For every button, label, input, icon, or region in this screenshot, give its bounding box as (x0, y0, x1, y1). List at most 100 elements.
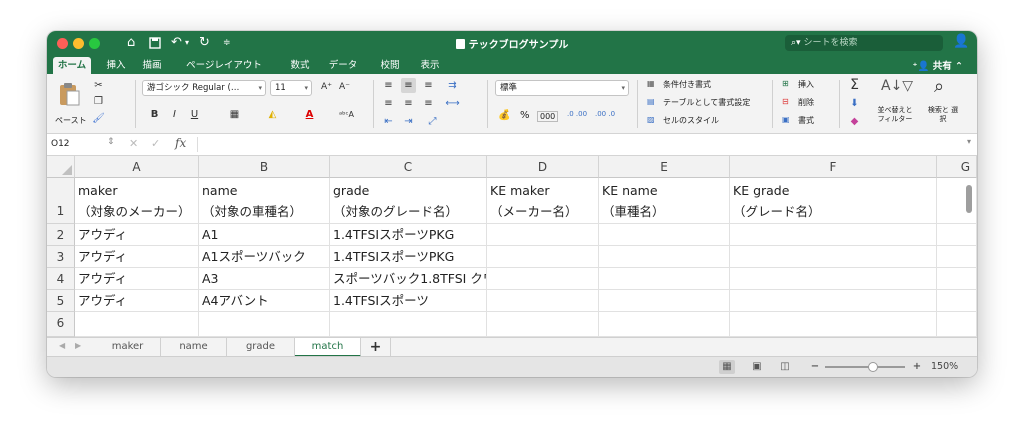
column-header-b[interactable]: B (199, 156, 330, 178)
underline-button[interactable]: U (187, 107, 202, 122)
cell-e1[interactable]: KE name （車種名） (599, 178, 730, 224)
cell-e6[interactable] (599, 312, 730, 337)
zoom-out-button[interactable]: − (807, 360, 823, 374)
cell-g4[interactable] (937, 268, 977, 290)
find-select-button[interactable]: ⌕ 検索と 選択 (925, 76, 961, 128)
sheet-tab-name[interactable]: name (161, 338, 227, 357)
name-box[interactable]: O12 (51, 137, 111, 152)
cell-a3[interactable]: アウディ (75, 246, 199, 268)
vertical-scrollbar[interactable] (966, 185, 972, 213)
sheet-search-input[interactable]: ⌕▾ シートを検索 (785, 35, 943, 51)
sheet-tab-grade[interactable]: grade (227, 338, 295, 357)
share-button[interactable]: ⁺👤 共有 ⌃ (913, 58, 963, 72)
cell-f1[interactable]: KE grade （グレード名） (730, 178, 937, 224)
cell-c5[interactable]: 1.4TFSIスポーツ (330, 290, 487, 312)
row-header[interactable]: 2 (47, 224, 75, 246)
align-top-icon[interactable]: ≡ (381, 78, 396, 93)
insert-function-button[interactable]: fx (175, 136, 186, 150)
percent-style-button[interactable]: % (520, 110, 530, 121)
account-icon[interactable]: 👤 (953, 34, 969, 49)
expand-formula-icon[interactable]: ▾ (967, 137, 971, 146)
font-name-select[interactable]: 游ゴシック Regular (… ▾ (142, 80, 266, 96)
zoom-in-button[interactable]: + (909, 360, 925, 374)
tab-data[interactable]: データ (323, 57, 363, 74)
autosum-icon[interactable]: Σ (847, 78, 862, 93)
orientation-icon[interactable]: ⤢ (425, 114, 440, 129)
number-format-select[interactable]: 標準 ▾ (495, 80, 629, 96)
cell-d1[interactable]: KE maker （メーカー名） (487, 178, 599, 224)
column-header-d[interactable]: D (487, 156, 599, 178)
row-header[interactable]: 5 (47, 290, 75, 312)
cell-b5[interactable]: A4アバント (199, 290, 330, 312)
cell-d3[interactable] (487, 246, 599, 268)
cell-g3[interactable] (937, 246, 977, 268)
row-header[interactable]: 1 (47, 178, 75, 224)
comma-style-button[interactable]: 000 (537, 111, 559, 122)
cell-c3[interactable]: 1.4TFSIスポーツPKG (330, 246, 487, 268)
enter-icon[interactable]: ✓ (151, 137, 160, 150)
borders-icon[interactable]: ▦ (227, 107, 242, 122)
name-box-stepper-icon[interactable]: ⇕ (107, 137, 115, 147)
scroll-sheets-left-icon[interactable]: ◀ (59, 341, 65, 350)
formula-input[interactable] (205, 137, 945, 152)
zoom-slider-knob[interactable] (868, 362, 878, 372)
cut-icon[interactable]: ✂ (91, 78, 106, 93)
cell-b4[interactable]: A3 (199, 268, 330, 290)
cell-c4[interactable]: スポーツバック1.8TFSI クワトロ (330, 268, 487, 290)
phonetic-guide-icon[interactable]: ᵃᵇᶜA (339, 107, 354, 122)
cell-g6[interactable] (937, 312, 977, 337)
cell-a6[interactable] (75, 312, 199, 337)
cell-e3[interactable] (599, 246, 730, 268)
column-header-c[interactable]: C (330, 156, 487, 178)
cell-d6[interactable] (487, 312, 599, 337)
tab-draw[interactable]: 描画 (135, 57, 169, 74)
cell-e2[interactable] (599, 224, 730, 246)
row-header[interactable]: 3 (47, 246, 75, 268)
cell-a2[interactable]: アウディ (75, 224, 199, 246)
font-color-icon[interactable]: A (302, 107, 317, 122)
wrap-text-icon[interactable]: ⇉ (445, 78, 460, 93)
increase-font-size-button[interactable]: A⁺ (319, 80, 334, 95)
fill-color-icon[interactable]: ◭ (265, 107, 280, 122)
tab-formulas[interactable]: 数式 (283, 57, 317, 74)
tab-home[interactable]: ホーム (53, 57, 91, 74)
align-center-icon[interactable]: ≡ (401, 96, 416, 111)
increase-decimal-button[interactable]: .0 .00 (567, 110, 587, 118)
cell-b6[interactable] (199, 312, 330, 337)
cell-a4[interactable]: アウディ (75, 268, 199, 290)
cell-b1[interactable]: name （対象の車種名） (199, 178, 330, 224)
zoom-slider[interactable] (825, 362, 905, 372)
column-header-a[interactable]: A (75, 156, 199, 178)
bold-button[interactable]: B (147, 107, 162, 122)
cell-a1[interactable]: maker （対象のメーカー） (75, 178, 199, 224)
fill-icon[interactable]: ⬇ (847, 96, 862, 111)
add-sheet-button[interactable]: + (361, 338, 391, 357)
align-right-icon[interactable]: ≡ (421, 96, 436, 111)
merge-center-icon[interactable]: ⟷ (445, 96, 460, 111)
sort-filter-button[interactable]: A↓▽ 並べ替えと フィルター (873, 78, 917, 128)
cell-b3[interactable]: A1スポーツバック (199, 246, 330, 268)
cell-d2[interactable] (487, 224, 599, 246)
column-header-g[interactable]: G (937, 156, 977, 178)
decrease-font-size-button[interactable]: A⁻ (337, 80, 352, 95)
cell-a5[interactable]: アウディ (75, 290, 199, 312)
cell-g5[interactable] (937, 290, 977, 312)
cell-e4[interactable] (599, 268, 730, 290)
cell-f5[interactable] (730, 290, 937, 312)
cell-e5[interactable] (599, 290, 730, 312)
row-header[interactable]: 4 (47, 268, 75, 290)
row-header[interactable]: 6 (47, 312, 75, 337)
cell-f2[interactable] (730, 224, 937, 246)
cell-c2[interactable]: 1.4TFSIスポーツPKG (330, 224, 487, 246)
normal-view-icon[interactable]: ▦ (719, 360, 735, 374)
align-bottom-icon[interactable]: ≡ (421, 78, 436, 93)
column-header-e[interactable]: E (599, 156, 730, 178)
scroll-sheets-right-icon[interactable]: ▶ (75, 341, 81, 350)
cell-d4[interactable] (487, 268, 599, 290)
cell-d5[interactable] (487, 290, 599, 312)
sheet-tab-match[interactable]: match (295, 338, 361, 357)
cell-c6[interactable] (330, 312, 487, 337)
zoom-level[interactable]: 150% (931, 361, 958, 372)
italic-button[interactable]: I (167, 107, 182, 122)
page-layout-view-icon[interactable]: ▣ (749, 360, 765, 374)
